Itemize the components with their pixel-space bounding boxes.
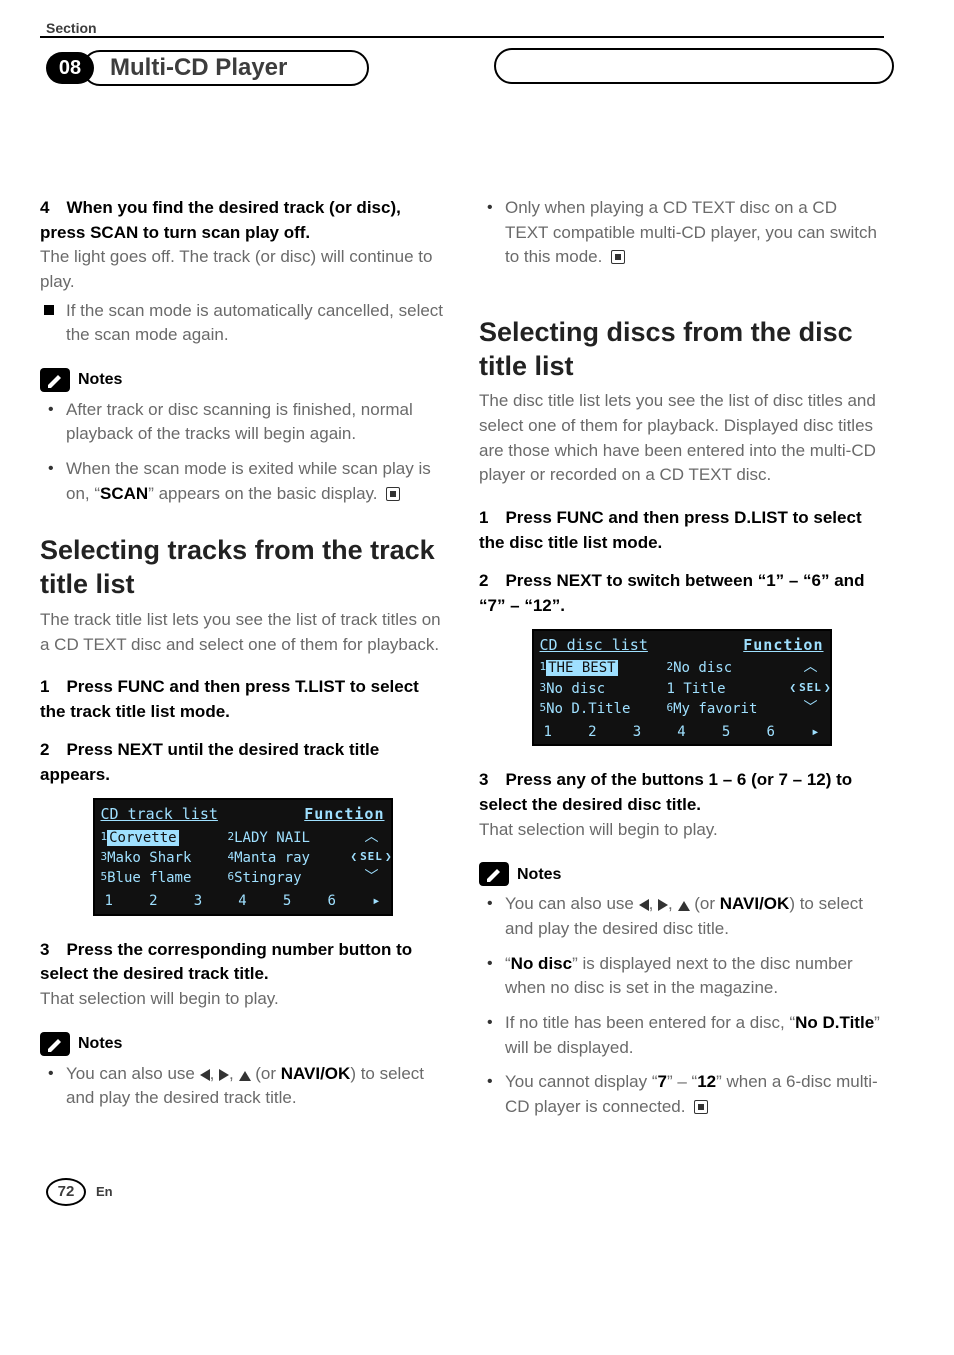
end-icon bbox=[694, 1100, 708, 1114]
lcd-disc-list: CD disc list Function 1THE BEST 2No disc… bbox=[479, 629, 884, 747]
lcd-items: 1Corvette 2LADY NAIL 3Mako Shark 4Manta … bbox=[101, 828, 355, 889]
up-arrow-icon bbox=[239, 1071, 251, 1081]
lcd-items: 1THE BEST 2No disc 3No disc 1 Title 5No … bbox=[540, 658, 794, 719]
discs-step-1: 1 Press FUNC and then press D.LIST to se… bbox=[479, 506, 884, 555]
step-4: 4 When you find the desired track (or di… bbox=[40, 196, 445, 295]
tracks-step-3: 3 Press the corresponding number button … bbox=[40, 938, 445, 1012]
header-row: 08 Multi-CD Player bbox=[40, 40, 884, 96]
end-icon bbox=[611, 250, 625, 264]
lcd-page-numbers: 123456▸ bbox=[101, 891, 385, 911]
tracks-intro: The track title list lets you see the li… bbox=[40, 608, 445, 657]
discs-step-2: 2 Press NEXT to switch between “1” – “6”… bbox=[479, 569, 884, 618]
notes-header-3: Notes bbox=[479, 862, 884, 886]
notes-list-1: After track or disc scanning is finished… bbox=[40, 398, 445, 507]
note-item: “No disc” is displayed next to the disc … bbox=[479, 952, 884, 1001]
pencil-icon bbox=[479, 862, 509, 886]
left-arrow-icon bbox=[639, 899, 649, 911]
pencil-icon bbox=[40, 368, 70, 392]
chevron-down-icon: ﹀ bbox=[365, 870, 379, 884]
header-right-tab bbox=[494, 48, 894, 84]
note-item: Only when playing a CD TEXT disc on a CD… bbox=[479, 196, 884, 270]
discs-intro: The disc title list lets you see the lis… bbox=[479, 389, 884, 488]
header-left: 08 Multi-CD Player bbox=[40, 50, 369, 86]
heading-track-list: Selecting tracks from the track title li… bbox=[40, 534, 445, 602]
left-arrow-icon bbox=[200, 1069, 210, 1081]
right-arrow-icon bbox=[219, 1069, 229, 1081]
step-4-body: The light goes off. The track (or disc) … bbox=[40, 247, 432, 291]
step-4-note: If the scan mode is automatically cancel… bbox=[40, 299, 445, 348]
lcd-title: CD disc list bbox=[540, 635, 648, 657]
lcd-track-list: CD track list Function 1Corvette 2LADY N… bbox=[40, 798, 445, 916]
chevron-up-icon: ︿ bbox=[804, 660, 818, 674]
note-item: You can also use , , (or NAVI/OK) to sel… bbox=[40, 1062, 445, 1111]
notes-list-2: You can also use , , (or NAVI/OK) to sel… bbox=[40, 1062, 445, 1111]
note-item: After track or disc scanning is finished… bbox=[40, 398, 445, 447]
chevron-down-icon: ﹀ bbox=[804, 701, 818, 715]
pencil-icon bbox=[40, 1032, 70, 1056]
lcd-title: CD track list bbox=[101, 804, 218, 826]
notes-label: Notes bbox=[78, 1032, 122, 1055]
language-label: En bbox=[96, 1184, 113, 1199]
right-arrow-icon bbox=[658, 899, 668, 911]
tracks-step-2: 2 Press NEXT until the desired track tit… bbox=[40, 738, 445, 787]
lcd-function-label: Function bbox=[743, 635, 823, 657]
lcd-function-label: Function bbox=[304, 804, 384, 826]
chevron-up-icon: ︿ bbox=[365, 830, 379, 844]
heading-disc-list: Selecting discs from the disc title list bbox=[479, 316, 884, 384]
note-item: If no title has been entered for a disc,… bbox=[479, 1011, 884, 1060]
lcd-side-controls: ︿ ❮SEL❯ ﹀ bbox=[796, 658, 826, 719]
section-label: Section bbox=[40, 20, 884, 38]
chapter-title-tab: Multi-CD Player bbox=[82, 50, 369, 86]
page-footer: 72 En bbox=[46, 1178, 113, 1206]
note-item: You can also use , , (or NAVI/OK) to sel… bbox=[479, 892, 884, 941]
right-top-note: Only when playing a CD TEXT disc on a CD… bbox=[479, 196, 884, 270]
notes-header-1: Notes bbox=[40, 368, 445, 392]
end-icon bbox=[386, 487, 400, 501]
step-4-title: 4 When you find the desired track (or di… bbox=[40, 198, 401, 242]
note-item: You cannot display “7” – “12” when a 6-d… bbox=[479, 1070, 884, 1119]
notes-label: Notes bbox=[517, 863, 561, 886]
page: Section 08 Multi-CD Player 4 When you fi… bbox=[0, 0, 954, 1232]
notes-list-3: You can also use , , (or NAVI/OK) to sel… bbox=[479, 892, 884, 1119]
lcd-page-numbers: 123456▸ bbox=[540, 722, 824, 742]
discs-step-3: 3 Press any of the buttons 1 – 6 (or 7 –… bbox=[479, 768, 884, 842]
lcd-side-controls: ︿ ❮SEL❯ ﹀ bbox=[357, 828, 387, 889]
content-columns: 4 When you find the desired track (or di… bbox=[40, 196, 884, 1192]
notes-label: Notes bbox=[78, 368, 122, 391]
notes-header-2: Notes bbox=[40, 1032, 445, 1056]
page-number: 72 bbox=[46, 1178, 86, 1206]
up-arrow-icon bbox=[678, 901, 690, 911]
note-item: When the scan mode is exited while scan … bbox=[40, 457, 445, 506]
section-number-badge: 08 bbox=[46, 52, 94, 84]
tracks-step-1: 1 Press FUNC and then press T.LIST to se… bbox=[40, 675, 445, 724]
